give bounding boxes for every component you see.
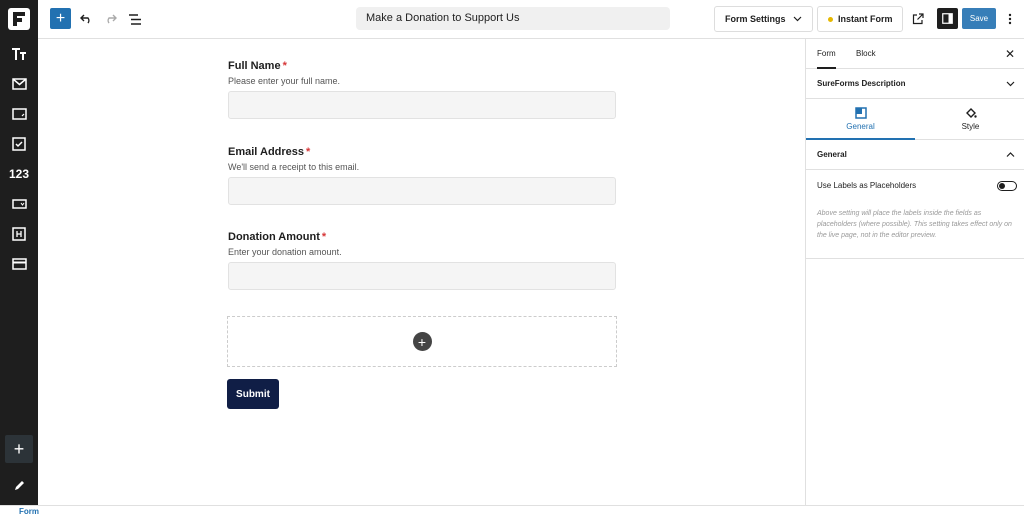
sureforms-logo[interactable] xyxy=(8,8,30,30)
email-address-field[interactable]: Email Address * We'll send a receipt to t… xyxy=(228,146,616,205)
field-label: Email Address * xyxy=(228,146,311,158)
chevron-down-icon xyxy=(793,7,802,40)
donation-amount-field[interactable]: Donation Amount * Enter your donation amo… xyxy=(228,231,616,290)
toggle-label: Use Labels as Placeholders xyxy=(817,181,917,190)
add-block-button[interactable]: + xyxy=(50,8,71,29)
paint-bucket-icon xyxy=(965,107,977,119)
field-label: Donation Amount * xyxy=(228,231,327,243)
checkbox-icon[interactable] xyxy=(9,134,29,154)
form-title-input[interactable]: Make a Donation to Support Us xyxy=(356,7,670,30)
required-marker: * xyxy=(282,60,287,72)
list-view-icon[interactable] xyxy=(125,9,145,29)
instant-form-button[interactable]: Instant Form xyxy=(817,6,903,32)
breadcrumb[interactable]: Form xyxy=(19,507,39,516)
number-icon[interactable]: 123 xyxy=(9,164,29,184)
field-help-text: Enter your donation amount. xyxy=(228,247,342,257)
block-sub-tabs: General Style xyxy=(806,100,1024,140)
tab-form[interactable]: Form xyxy=(817,39,836,69)
redo-icon[interactable] xyxy=(100,9,120,29)
field-help-text: We'll send a receipt to this email. xyxy=(228,162,360,172)
close-icon[interactable]: ✕ xyxy=(1003,47,1017,61)
panel-tabs: Form Block ✕ xyxy=(806,39,1024,69)
general-settings-icon xyxy=(854,107,867,119)
tab-block[interactable]: Block xyxy=(856,39,876,69)
settings-panel: Form Block ✕ SureForms Description Gener… xyxy=(805,39,1024,505)
editor-toolbar: + Make a Donation to Support Us Form Set… xyxy=(38,0,1024,39)
required-marker: * xyxy=(321,231,327,243)
tab-general-label: General xyxy=(846,122,875,131)
instant-form-label: Instant Form xyxy=(838,14,893,24)
required-marker: * xyxy=(306,146,311,158)
chevron-up-icon xyxy=(1006,140,1015,183)
tab-style-label: Style xyxy=(961,122,980,131)
labels-as-placeholders-setting: Use Labels as Placeholders xyxy=(817,179,1017,193)
plus-circle-icon[interactable]: + xyxy=(412,332,432,351)
tab-general[interactable]: General xyxy=(806,100,915,140)
add-block-icon[interactable]: + xyxy=(5,435,33,463)
divider xyxy=(806,258,1024,259)
pencil-icon[interactable] xyxy=(9,476,29,496)
more-options-icon[interactable] xyxy=(1002,9,1018,29)
email-icon[interactable] xyxy=(9,74,29,94)
form-settings-button[interactable]: Form Settings xyxy=(714,6,813,32)
general-section-toggle[interactable]: General xyxy=(806,140,1024,170)
labels-as-placeholders-toggle[interactable] xyxy=(997,181,1017,191)
submit-button[interactable]: Submit xyxy=(227,379,279,409)
full-name-field[interactable]: Full Name * Please enter your full name. xyxy=(228,60,616,119)
dropdown-icon[interactable] xyxy=(9,194,29,214)
block-description-title: SureForms Description xyxy=(817,79,906,88)
email-input[interactable] xyxy=(228,177,616,205)
donation-amount-input[interactable] xyxy=(228,262,616,290)
save-button[interactable]: Save xyxy=(962,8,996,29)
block-description-toggle[interactable]: SureForms Description xyxy=(806,69,1024,99)
settings-panel-toggle-icon[interactable] xyxy=(937,8,958,29)
payment-icon[interactable] xyxy=(9,254,29,274)
general-section-title: General xyxy=(817,150,847,159)
block-inserter-sidebar: 123 + xyxy=(0,0,38,505)
field-help-text: Please enter your full name. xyxy=(228,76,341,86)
full-name-input[interactable] xyxy=(228,91,616,119)
setting-help-text: Above setting will place the labels insi… xyxy=(817,210,1012,239)
external-link-icon[interactable] xyxy=(908,9,928,29)
field-label: Full Name * xyxy=(228,60,287,72)
form-settings-label: Form Settings xyxy=(725,14,786,24)
form-canvas: Full Name * Please enter your full name. … xyxy=(38,39,805,505)
textarea-icon[interactable] xyxy=(9,104,29,124)
block-appender[interactable]: + xyxy=(227,316,617,367)
editor-footer: Form xyxy=(0,505,1024,519)
status-dot-icon xyxy=(828,17,833,22)
heading-icon[interactable] xyxy=(9,224,29,244)
tab-style[interactable]: Style xyxy=(916,100,1024,140)
undo-icon[interactable] xyxy=(76,9,96,29)
text-icon[interactable] xyxy=(9,44,29,64)
